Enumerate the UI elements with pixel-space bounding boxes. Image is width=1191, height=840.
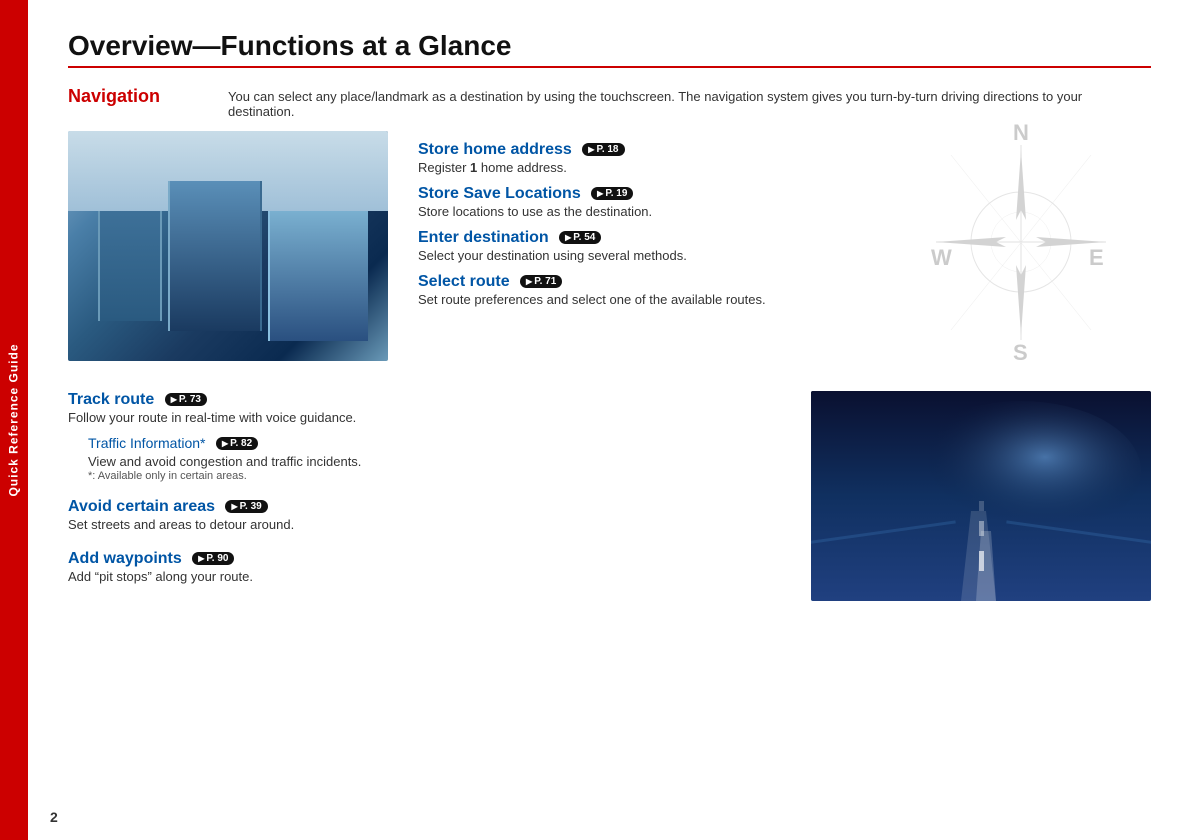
top-left <box>68 131 388 361</box>
feature-add-waypoints-title: Add waypoints <box>68 550 182 567</box>
feature-store-home-title: Store home address <box>418 141 572 158</box>
feature-track-route-desc: Follow your route in real-time with voic… <box>68 410 781 425</box>
page-number: 2 <box>50 809 58 825</box>
side-tab: Quick Reference Guide <box>0 0 28 840</box>
feature-select-route-title: Select route <box>418 273 510 290</box>
feature-enter-dest-badge: P. 54 <box>559 231 601 244</box>
feature-add-waypoints-desc: Add “pit stops” along your route. <box>68 569 781 584</box>
sub-feature-traffic-desc: View and avoid congestion and traffic in… <box>88 454 781 469</box>
sub-feature-traffic-note: *: Available only in certain areas. <box>88 470 781 482</box>
feature-avoid-areas-badge: P. 39 <box>225 500 267 513</box>
building-image <box>68 131 388 361</box>
navigation-section-desc: You can select any place/landmark as a d… <box>228 86 1151 119</box>
feature-add-waypoints: Add waypoints P. 90 Add “pit stops” alon… <box>68 550 781 584</box>
feature-avoid-areas-title: Avoid certain areas <box>68 498 215 515</box>
feature-store-home-badge: P. 18 <box>582 143 624 156</box>
feature-track-route-title: Track route <box>68 391 154 408</box>
feature-avoid-areas-desc: Set streets and areas to detour around. <box>68 517 781 532</box>
feature-store-save-title: Store Save Locations <box>418 185 581 202</box>
navigation-section-label: Navigation <box>68 86 198 119</box>
sub-feature-traffic-title: Traffic Information* <box>88 435 206 451</box>
svg-text:E: E <box>1089 245 1104 270</box>
sub-feature-traffic-badge: P. 82 <box>216 437 258 450</box>
feature-track-route-badge: P. 73 <box>165 393 207 406</box>
compass-decoration: N W E S <box>921 120 1141 400</box>
nav-label-area: Navigation You can select any place/land… <box>68 86 1151 119</box>
road-image <box>811 391 1151 601</box>
svg-text:S: S <box>1013 340 1028 365</box>
bottom-left-features: Track route P. 73 Follow your route in r… <box>68 391 781 601</box>
feature-store-save-badge: P. 19 <box>591 187 633 200</box>
bottom-section: Track route P. 73 Follow your route in r… <box>68 391 1151 601</box>
svg-text:N: N <box>1013 120 1029 145</box>
page-title: Overview—Functions at a Glance <box>68 30 1151 68</box>
feature-enter-dest-title: Enter destination <box>418 229 549 246</box>
feature-add-waypoints-badge: P. 90 <box>192 552 234 565</box>
feature-avoid-areas: Avoid certain areas P. 39 Set streets an… <box>68 498 781 532</box>
feature-track-route: Track route P. 73 Follow your route in r… <box>68 391 781 425</box>
feature-select-route-badge: P. 71 <box>520 275 562 288</box>
side-tab-label: Quick Reference Guide <box>7 343 21 496</box>
svg-text:W: W <box>931 245 952 270</box>
top-section: Store home address P. 18 Register 1 home… <box>68 131 1151 361</box>
main-content: Overview—Functions at a Glance Navigatio… <box>28 0 1191 840</box>
sub-feature-traffic: Traffic Information* P. 82 View and avoi… <box>88 435 781 482</box>
